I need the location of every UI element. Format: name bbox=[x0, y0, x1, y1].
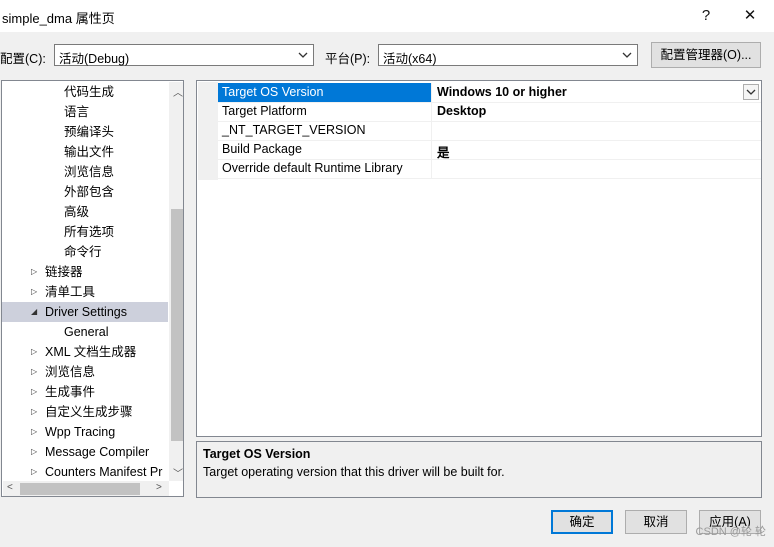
tree-item-label: 预编译头 bbox=[64, 125, 115, 139]
property-name: Build Package bbox=[222, 142, 302, 156]
config-manager-button[interactable]: 配置管理器(O)... bbox=[651, 42, 761, 68]
description-title: Target OS Version bbox=[203, 447, 311, 461]
grid-gutter bbox=[198, 82, 218, 180]
tree-item[interactable]: ▷ Wpp Tracing bbox=[2, 422, 168, 442]
value-dropdown-button[interactable] bbox=[743, 84, 759, 100]
tree-vertical-scroll-thumb[interactable] bbox=[171, 209, 183, 441]
tree-item[interactable]: ▷ 生成事件 bbox=[2, 382, 168, 402]
property-name: _NT_TARGET_VERSION bbox=[222, 123, 366, 137]
tree-item-label: Message Compiler bbox=[45, 445, 150, 459]
tree-item[interactable]: 浏览信息 bbox=[2, 162, 168, 182]
tree-item-label: 链接器 bbox=[45, 265, 83, 279]
property-row[interactable]: Target OS Version Windows 10 or higher bbox=[218, 83, 761, 103]
property-row[interactable]: _NT_TARGET_VERSION bbox=[218, 121, 761, 141]
expand-arrow-icon[interactable]: ▷ bbox=[31, 382, 39, 402]
tree-item[interactable]: ▷ Counters Manifest Pr bbox=[2, 462, 168, 482]
tree-item[interactable]: ▷ 链接器 bbox=[2, 262, 168, 282]
expand-arrow-icon[interactable]: ▷ bbox=[31, 342, 39, 362]
tree-item-label: 语言 bbox=[64, 105, 90, 119]
scroll-right-icon[interactable]: > bbox=[156, 482, 162, 493]
property-name: Target OS Version bbox=[222, 85, 324, 99]
config-label: 配置(C): bbox=[0, 52, 46, 66]
property-row[interactable]: Target Platform Desktop bbox=[218, 102, 761, 122]
tree-item[interactable]: 预编译头 bbox=[2, 122, 168, 142]
help-button[interactable]: ? bbox=[691, 4, 721, 28]
expand-arrow-icon[interactable]: ▷ bbox=[31, 422, 39, 442]
scroll-up-icon[interactable]: ︿ bbox=[173, 84, 183, 99]
tree-item[interactable]: ◢ Driver Settings bbox=[2, 302, 168, 322]
expand-arrow-icon[interactable]: ▷ bbox=[31, 262, 39, 282]
expand-arrow-icon[interactable]: ▷ bbox=[31, 362, 39, 382]
tree-item-label: Driver Settings bbox=[45, 305, 127, 319]
expand-arrow-icon[interactable]: ▷ bbox=[31, 442, 39, 462]
property-value[interactable]: Windows 10 or higher bbox=[437, 85, 567, 99]
tree-item[interactable]: ▷ 清单工具 bbox=[2, 282, 168, 302]
property-row[interactable]: Build Package 是 bbox=[218, 140, 761, 160]
description-pane: Target OS Version Target operating versi… bbox=[196, 441, 762, 498]
tree-item[interactable]: 代码生成 bbox=[2, 82, 168, 102]
chevron-down-icon bbox=[746, 89, 756, 95]
tree-item-label: XML 文档生成器 bbox=[45, 345, 137, 359]
config-value: 活动(Debug) bbox=[59, 52, 130, 66]
tree-item[interactable]: 高级 bbox=[2, 202, 168, 222]
scroll-left-icon[interactable]: < bbox=[7, 482, 13, 493]
tree-horizontal-scroll-thumb[interactable] bbox=[20, 483, 140, 495]
tree-item[interactable]: General bbox=[2, 322, 168, 342]
tree-item[interactable]: 命令行 bbox=[2, 242, 168, 262]
tree-item[interactable]: ▷ Message Compiler bbox=[2, 442, 168, 462]
description-text: Target operating version that this drive… bbox=[203, 465, 505, 479]
chevron-down-icon bbox=[298, 52, 308, 58]
column-divider bbox=[431, 83, 432, 102]
tree-item-label: 清单工具 bbox=[45, 285, 96, 299]
property-name: Target Platform bbox=[222, 104, 307, 118]
tree-item-label: 生成事件 bbox=[45, 385, 96, 399]
expand-arrow-icon[interactable]: ▷ bbox=[31, 402, 39, 422]
platform-value: 活动(x64) bbox=[383, 52, 437, 66]
platform-combo[interactable]: 活动(x64) bbox=[378, 44, 638, 66]
property-name: Override default Runtime Library bbox=[222, 161, 403, 175]
expand-arrow-icon[interactable]: ▷ bbox=[31, 462, 39, 482]
title-bar bbox=[0, 0, 774, 32]
scroll-down-icon[interactable]: ﹀ bbox=[173, 465, 183, 480]
chevron-down-icon bbox=[622, 52, 632, 58]
column-divider bbox=[431, 102, 432, 121]
tree-item[interactable]: ▷ 浏览信息 bbox=[2, 362, 168, 382]
tree-item-label: 外部包含 bbox=[64, 185, 115, 199]
tree-item-label: Wpp Tracing bbox=[45, 425, 116, 439]
window-title: simple_dma 属性页 bbox=[2, 11, 115, 26]
tree-item-label: 浏览信息 bbox=[64, 165, 115, 179]
expand-arrow-icon[interactable]: ▷ bbox=[31, 282, 39, 302]
watermark: CSDN @轮 轮 bbox=[695, 526, 766, 538]
column-divider bbox=[431, 159, 432, 178]
tree-item-label: General bbox=[64, 325, 109, 339]
tree-item-label: 自定义生成步骤 bbox=[45, 405, 133, 419]
config-combo[interactable]: 活动(Debug) bbox=[54, 44, 314, 66]
ok-button[interactable]: 确定 bbox=[551, 510, 613, 534]
property-row[interactable]: Override default Runtime Library bbox=[218, 159, 761, 179]
close-button[interactable]: ✕ bbox=[735, 4, 765, 28]
cancel-button[interactable]: 取消 bbox=[625, 510, 687, 534]
tree-item-label: 浏览信息 bbox=[45, 365, 96, 379]
tree-item-label: 高级 bbox=[64, 205, 90, 219]
property-tree: ▷ Counters Manifest Pr ▷ Message Compiler ▷ W… bbox=[1, 80, 184, 497]
property-value[interactable]: Desktop bbox=[437, 104, 486, 118]
tree-item[interactable]: 外部包含 bbox=[2, 182, 168, 202]
tree-item-label: 所有选项 bbox=[64, 225, 115, 239]
tree-item[interactable]: 输出文件 bbox=[2, 142, 168, 162]
column-divider bbox=[431, 140, 432, 159]
tree-item-label: 代码生成 bbox=[64, 85, 115, 99]
tree-item-label: Counters Manifest Pr bbox=[45, 465, 163, 479]
column-divider bbox=[431, 121, 432, 140]
tree-item[interactable]: 所有选项 bbox=[2, 222, 168, 242]
property-grid: Target OS Version Windows 10 or higher Tar… bbox=[196, 80, 762, 437]
platform-label: 平台(P): bbox=[325, 52, 371, 66]
tree-item[interactable]: ▷ XML 文档生成器 bbox=[2, 342, 168, 362]
tree-item-label: 输出文件 bbox=[64, 145, 115, 159]
tree-item[interactable]: ▷ 自定义生成步骤 bbox=[2, 402, 168, 422]
tree-item-label: 命令行 bbox=[64, 245, 102, 259]
tree-item[interactable]: 语言 bbox=[2, 102, 168, 122]
collapse-arrow-icon[interactable]: ◢ bbox=[31, 302, 39, 322]
